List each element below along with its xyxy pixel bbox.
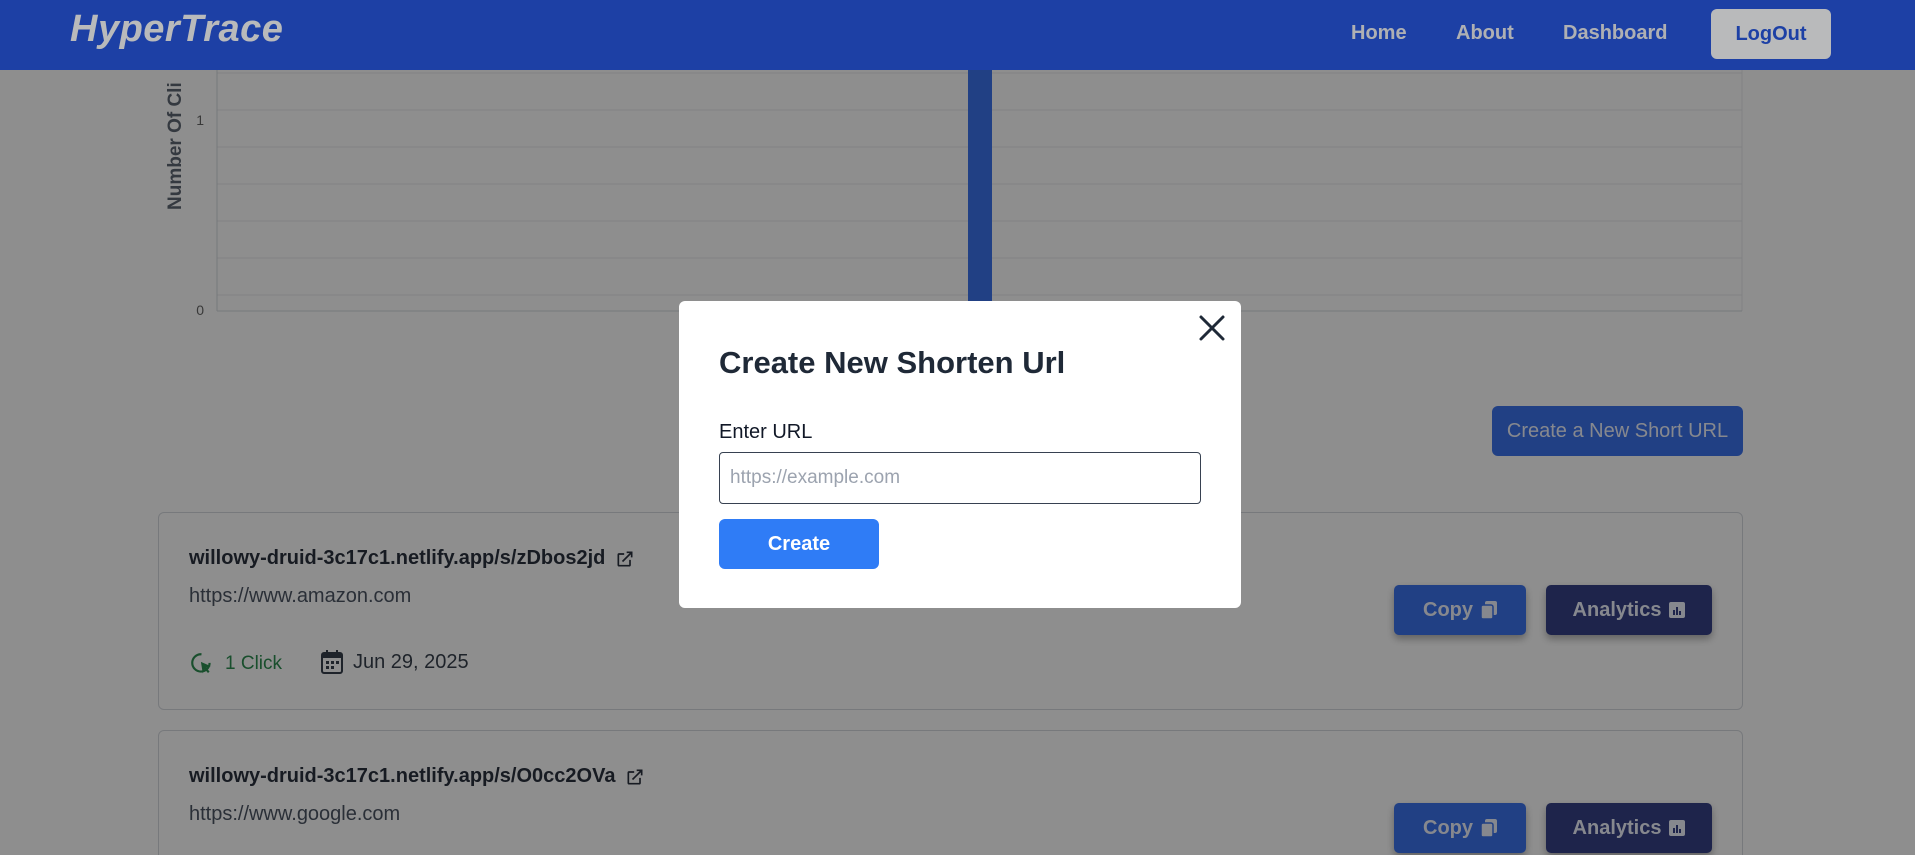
create-button[interactable]: Create — [719, 519, 879, 569]
close-icon[interactable] — [1197, 313, 1227, 343]
url-input-label: Enter URL — [719, 421, 813, 443]
create-url-modal: Create New Shorten Url Enter URL Create — [679, 301, 1241, 608]
url-input[interactable] — [719, 452, 1201, 504]
modal-backdrop-nav[interactable] — [0, 0, 1915, 70]
modal-title: Create New Shorten Url — [719, 345, 1066, 380]
